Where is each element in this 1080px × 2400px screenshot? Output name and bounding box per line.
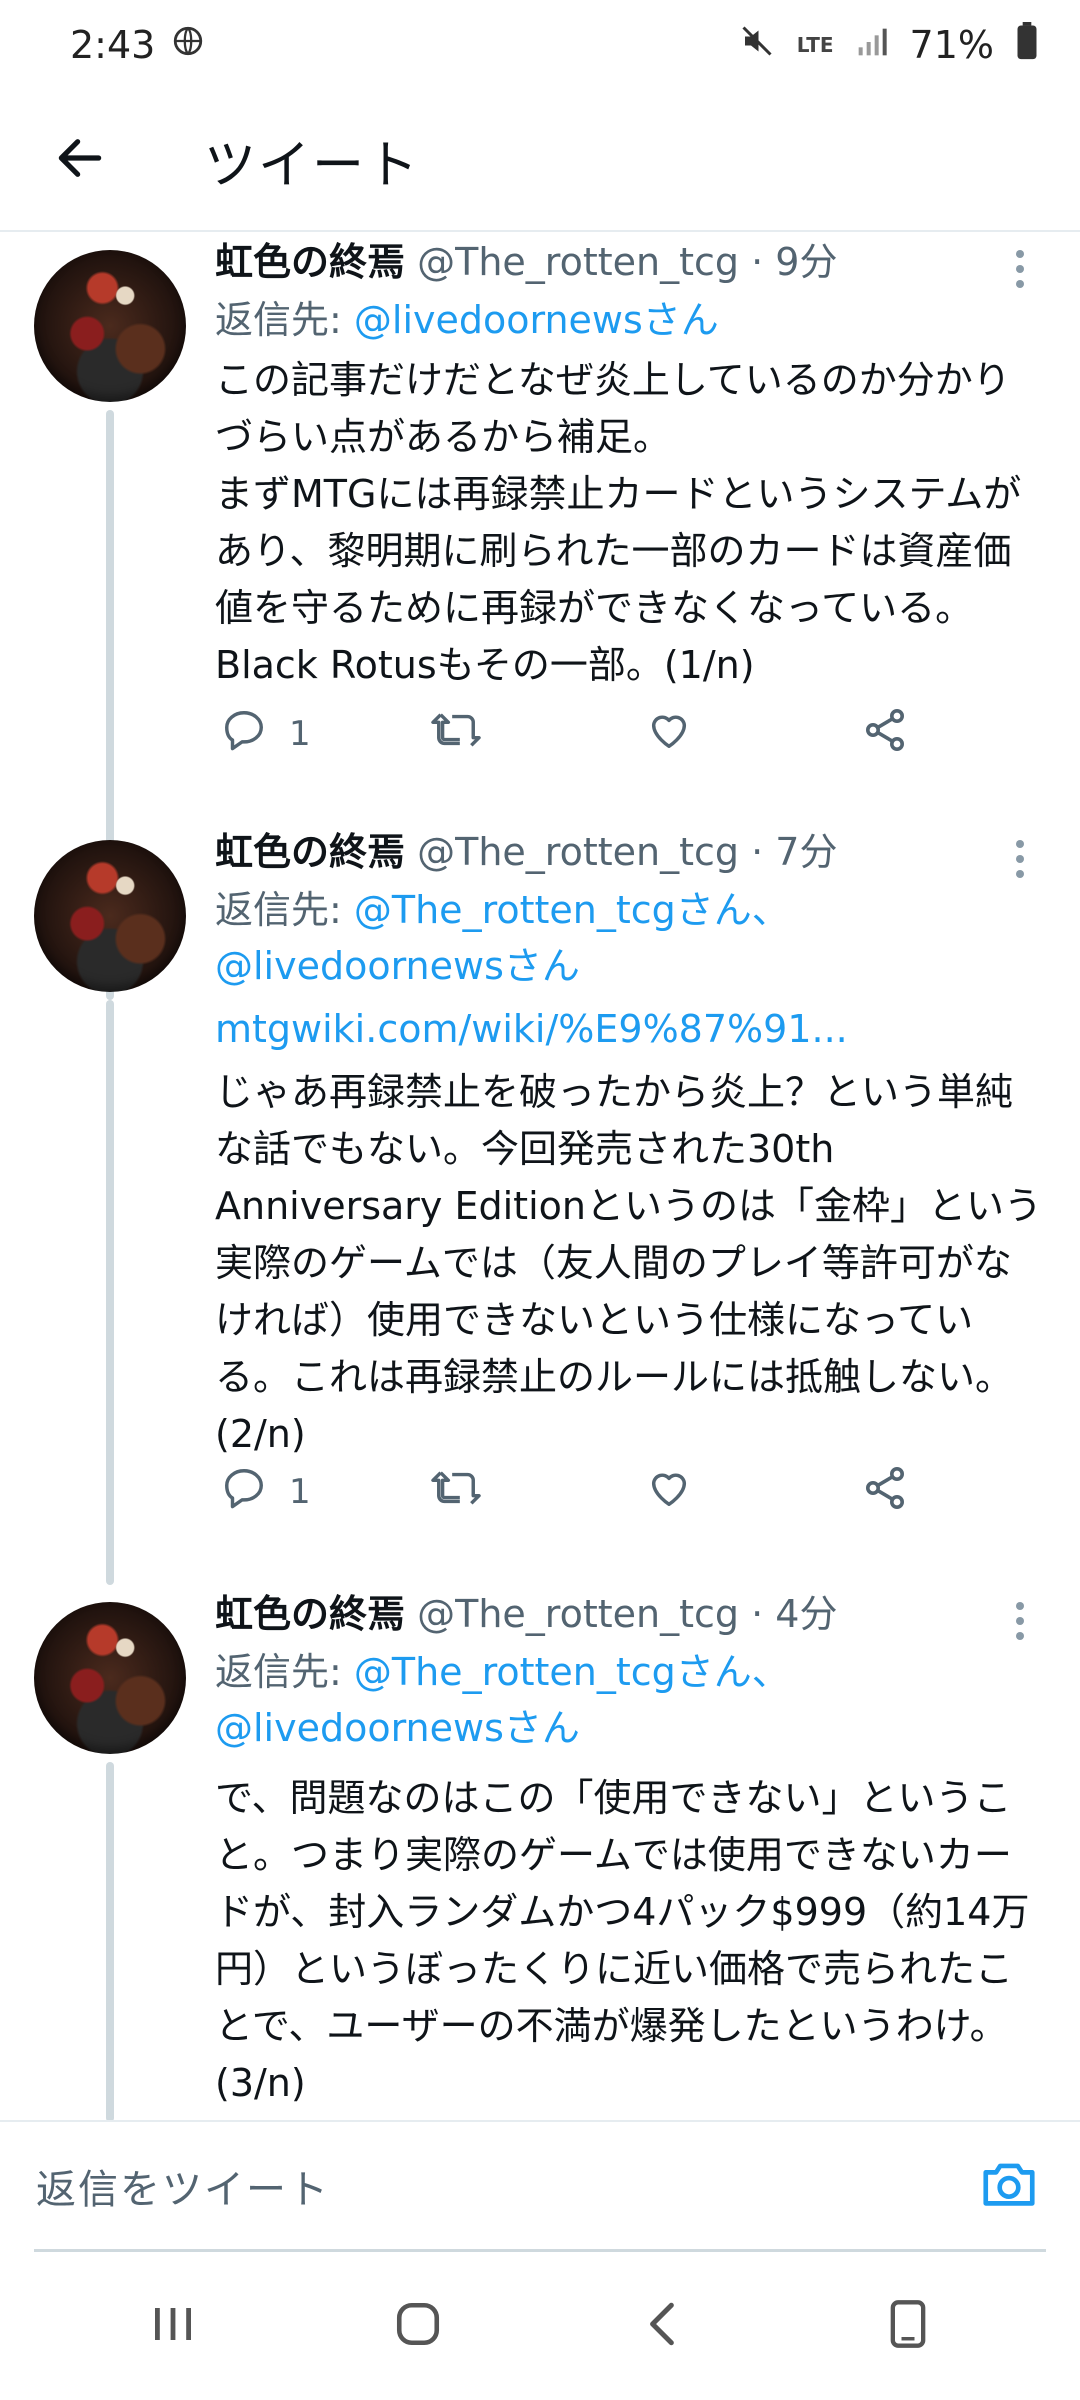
tweet-meta: 虹色の終焉 @The_rotten_tcg · 4分	[215, 1584, 1045, 1644]
reply-count: 1	[289, 714, 311, 754]
mention-link[interactable]: @livedoornewsさん	[215, 944, 580, 988]
author-name[interactable]: 虹色の終焉	[215, 240, 405, 284]
reply-button[interactable]: 1	[221, 1462, 311, 1522]
camera-icon	[978, 2153, 1040, 2219]
author-handle[interactable]: @The_rotten_tcg	[417, 240, 739, 284]
separator: ·	[751, 1592, 764, 1636]
avatar[interactable]	[34, 840, 186, 992]
mention-link[interactable]: @The_rotten_tcgさん、	[354, 888, 790, 932]
page-title: ツイート	[204, 135, 421, 196]
mute-icon	[739, 23, 775, 68]
reply-to-label: 返信先:	[215, 888, 354, 932]
separator: ·	[751, 240, 764, 284]
tweet-content: 虹色の終焉 @The_rotten_tcg · 4分 返信先: @The_rot…	[215, 1584, 1045, 2112]
tweet-3[interactable]: 虹色の終焉 @The_rotten_tcg · 4分 返信先: @The_rot…	[0, 1584, 1080, 2120]
thread-line	[106, 1762, 114, 2120]
tweet-actions: 1	[215, 1462, 1045, 1522]
reply-count: 1	[289, 1472, 311, 1512]
back-button[interactable]	[0, 89, 160, 231]
status-time: 2:43	[70, 23, 156, 67]
mention-link[interactable]: @livedoornewsさん	[215, 1706, 580, 1750]
like-button[interactable]	[645, 704, 693, 764]
retweet-button[interactable]	[429, 1462, 483, 1522]
reply-button[interactable]: 1	[221, 704, 311, 764]
nav-back-button[interactable]	[603, 2276, 723, 2376]
more-button[interactable]	[1005, 834, 1035, 884]
nav-back-icon	[641, 2299, 685, 2353]
thread-line	[106, 1000, 114, 1585]
author-name[interactable]: 虹色の終焉	[215, 830, 405, 874]
reply-icon	[221, 1465, 267, 1520]
like-icon	[645, 1465, 693, 1520]
more-button[interactable]	[1005, 244, 1035, 294]
author-name[interactable]: 虹色の終焉	[215, 1592, 405, 1636]
like-icon	[645, 707, 693, 762]
reply-to: 返信先: @livedoornewsさん	[215, 292, 1045, 348]
home-icon	[393, 2299, 443, 2353]
tweet-meta: 虹色の終焉 @The_rotten_tcg · 9分	[215, 232, 1045, 292]
tweet-text: で、問題なのはこの「使用できない」ということ。つまり実際のゲームでは使用できない…	[215, 1776, 1030, 2105]
share-button[interactable]	[861, 1462, 909, 1522]
tweet-2[interactable]: 虹色の終焉 @The_rotten_tcg · 7分 返信先: @The_rot…	[0, 822, 1080, 1585]
home-button[interactable]	[358, 2276, 478, 2376]
retweet-icon	[429, 707, 483, 762]
tweet-content: 虹色の終焉 @The_rotten_tcg · 9分 返信先: @livedoo…	[215, 232, 1045, 694]
tweet-content: 虹色の終焉 @The_rotten_tcg · 7分 返信先: @The_rot…	[215, 822, 1045, 1463]
reply-to: 返信先: @The_rotten_tcgさん、 @livedoornewsさん	[215, 1644, 1045, 1756]
recents-button[interactable]	[113, 2276, 233, 2376]
separator: ·	[751, 830, 764, 874]
status-right: LTE 71%	[739, 21, 1038, 69]
tweet-text: じゃあ再録禁止を破ったから炎上？という単純な話でもない。今回発売された30th …	[215, 1070, 1042, 1456]
tweet-text: この記事だけだとなぜ炎上しているのか分かりづらい点があるから補足。 まずMTGに…	[215, 358, 1022, 687]
tweet-thread[interactable]: 虹色の終焉 @The_rotten_tcg · 9分 返信先: @livedoo…	[0, 232, 1080, 2120]
more-button[interactable]	[1005, 1596, 1035, 1646]
tweet-1[interactable]: 虹色の終焉 @The_rotten_tcg · 9分 返信先: @livedoo…	[0, 232, 1080, 1000]
more-icon	[1016, 1602, 1024, 1610]
rotate-button[interactable]	[848, 2276, 968, 2376]
tweet-actions: 1	[215, 704, 1045, 764]
share-button[interactable]	[861, 704, 909, 764]
like-button[interactable]	[645, 1462, 693, 1522]
mention-link[interactable]: @The_rotten_tcgさん、	[354, 1650, 790, 1694]
rotate-icon	[888, 2298, 928, 2354]
avatar[interactable]	[34, 250, 186, 402]
author-handle[interactable]: @The_rotten_tcg	[417, 1592, 739, 1636]
author-handle[interactable]: @The_rotten_tcg	[417, 830, 739, 874]
tweet-time[interactable]: 7分	[775, 830, 837, 874]
more-icon	[1016, 250, 1024, 258]
battery-icon	[1016, 21, 1038, 69]
reply-to: 返信先: @The_rotten_tcgさん、 @livedoornewsさん	[215, 882, 1045, 994]
status-bar: 2:43 LTE 71%	[0, 0, 1080, 90]
back-arrow-icon	[52, 130, 108, 190]
status-left: 2:43	[70, 23, 205, 67]
retweet-button[interactable]	[429, 704, 483, 764]
avatar[interactable]	[34, 1602, 186, 1754]
globe-icon	[171, 23, 205, 67]
tweet-time[interactable]: 9分	[775, 240, 837, 284]
url-link[interactable]: mtgwiki.com/wiki/%E9%87%91...	[215, 998, 1045, 1060]
reply-compose-bar: 返信をツイート	[0, 2120, 1080, 2252]
reply-to-label: 返信先:	[215, 298, 354, 342]
share-icon	[861, 1464, 909, 1521]
network-type: LTE	[796, 33, 834, 57]
system-nav-bar	[0, 2252, 1080, 2400]
battery-percent: 71%	[909, 23, 994, 67]
tweet-time[interactable]: 4分	[775, 1592, 837, 1636]
reply-to-label: 返信先:	[215, 1650, 354, 1694]
share-icon	[861, 706, 909, 763]
tweet-meta: 虹色の終焉 @The_rotten_tcg · 7分	[215, 822, 1045, 882]
retweet-icon	[429, 1465, 483, 1520]
signal-icon	[856, 23, 888, 67]
mention-link[interactable]: @livedoornewsさん	[354, 298, 719, 342]
more-icon	[1016, 840, 1024, 848]
app-header: ツイート	[0, 90, 1080, 232]
camera-button[interactable]	[974, 2151, 1044, 2221]
recents-icon	[149, 2302, 197, 2350]
reply-input[interactable]: 返信をツイート	[36, 2122, 974, 2250]
reply-icon	[221, 707, 267, 762]
